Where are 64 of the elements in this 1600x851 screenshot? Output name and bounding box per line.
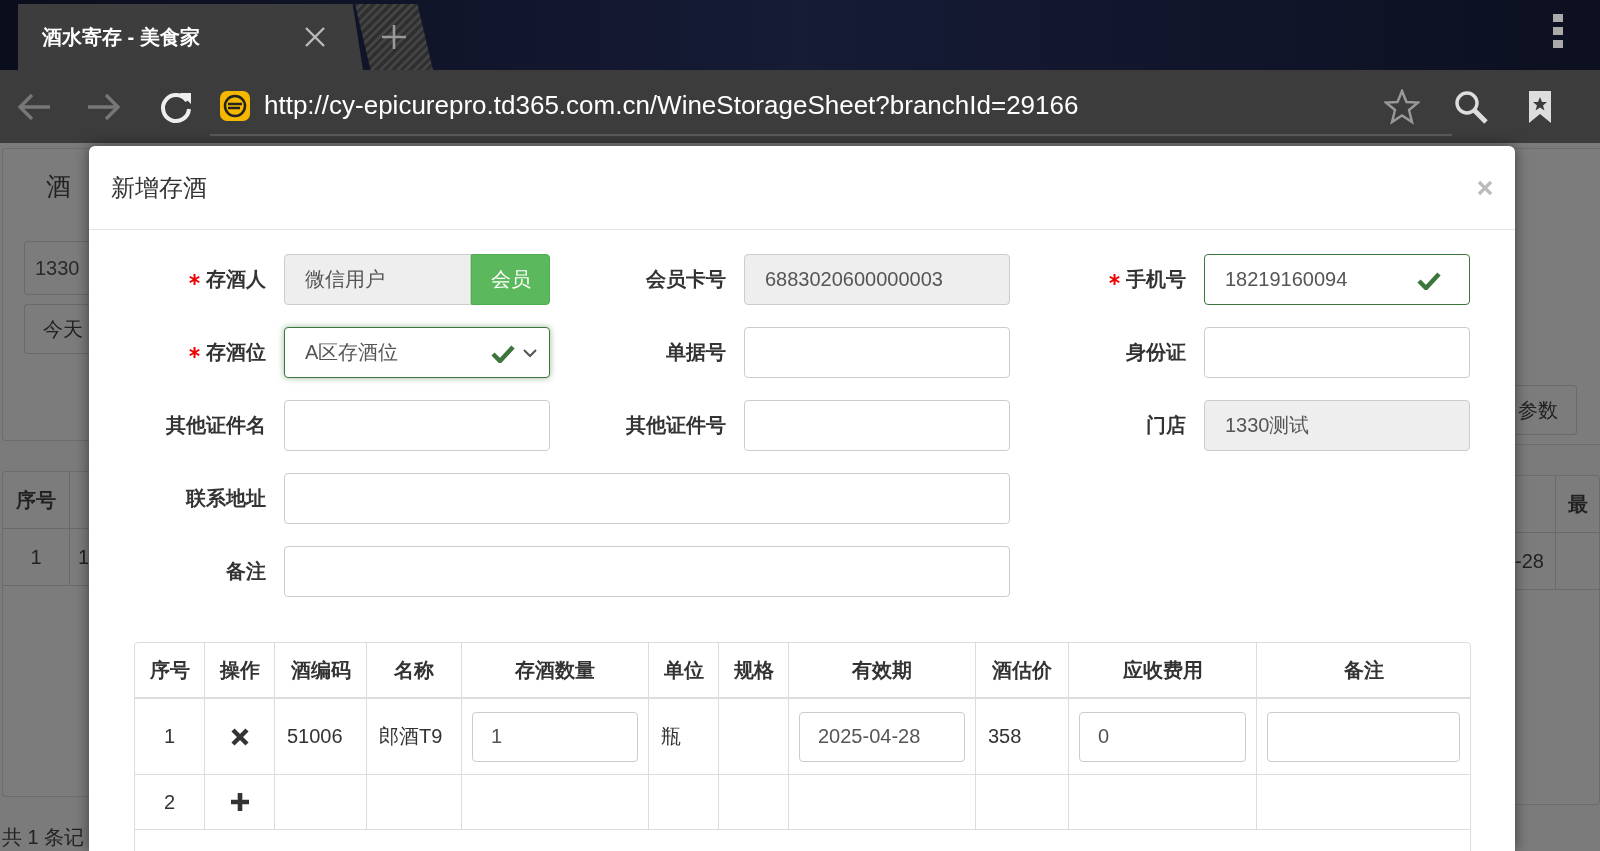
input-field[interactable] (284, 473, 1010, 524)
input-field[interactable]: 2025-04-28 (799, 711, 965, 762)
close-icon[interactable] (304, 26, 326, 48)
chevron-down-icon[interactable] (523, 347, 537, 358)
input-field[interactable]: 1 (472, 711, 638, 762)
site-icon (220, 90, 250, 121)
column-header: 存酒数量 (462, 643, 649, 699)
table-cell: 瓶 (649, 699, 719, 775)
column-header: 有效期 (789, 643, 976, 699)
remove-icon[interactable] (229, 726, 250, 747)
table-cell: 2 (135, 775, 205, 830)
date-button[interactable]: 今天 (24, 304, 89, 354)
required-asterisk-icon (1109, 274, 1120, 285)
column-header: 酒编码 (275, 643, 367, 699)
input-field[interactable] (744, 327, 1010, 378)
record-count: 共 1 条记 (1, 825, 86, 850)
field-label: 其他证件号 (626, 413, 726, 438)
column-header: 应收费用 (1069, 643, 1257, 699)
page-title: 酒 (46, 171, 72, 202)
browser-tab[interactable]: 酒水寄存 - 美食家 (18, 4, 363, 70)
field-label: 会员卡号 (646, 267, 726, 292)
search-icon[interactable] (1453, 88, 1489, 125)
column-header: 序号 (3, 472, 70, 529)
dialog-title: 新增存酒 (111, 172, 208, 203)
input-field[interactable] (1267, 711, 1460, 762)
table-cell: 1 (135, 699, 205, 775)
required-asterisk-icon (189, 274, 200, 285)
column-header: 酒估价 (976, 643, 1069, 699)
column-header: 操作 (205, 643, 275, 699)
field-label: 门店 (1146, 413, 1186, 438)
table-cell: -28 (1515, 533, 1556, 589)
table-cell: 1 (3, 529, 70, 586)
new-tab-button[interactable] (355, 4, 433, 70)
column-header: 备注 (1257, 643, 1470, 699)
input-field[interactable] (1204, 327, 1470, 378)
table-cell: 郎酒T9 (367, 699, 462, 775)
field-label: 备注 (226, 559, 266, 584)
menu-icon[interactable] (1553, 14, 1563, 48)
column-header: 序号 (135, 643, 205, 699)
star-icon[interactable] (1384, 88, 1420, 125)
select-field[interactable]: A区存酒位 (284, 327, 550, 378)
add-icon[interactable] (229, 792, 250, 812)
plus-icon[interactable] (381, 24, 407, 50)
column-header: 单位 (649, 643, 719, 699)
input-field[interactable] (284, 546, 1010, 597)
required-asterisk-icon (189, 347, 200, 358)
table-cell-text: 1 (76, 544, 89, 570)
input-field[interactable]: 0 (1079, 711, 1246, 762)
input-field[interactable] (744, 400, 1010, 451)
settings-button[interactable]: 参数 (1515, 385, 1577, 435)
field-label: 联系地址 (186, 486, 266, 511)
table-cell: 51006 (275, 699, 367, 775)
input-field[interactable] (284, 400, 550, 451)
table-cell: 358 (976, 699, 1069, 775)
input-field[interactable]: 18219160094 (1204, 254, 1470, 305)
field-label: 存酒位 (189, 339, 266, 366)
column-header: 规格 (719, 643, 789, 699)
field-label: 手机号 (1109, 266, 1186, 293)
column-header: 最 (1567, 491, 1589, 517)
field-label: 单据号 (666, 340, 726, 365)
field-label: 其他证件名 (166, 413, 266, 438)
column-header: 名称 (367, 643, 462, 699)
field-label: 身份证 (1126, 340, 1186, 365)
field-label: 存酒人 (189, 266, 266, 293)
